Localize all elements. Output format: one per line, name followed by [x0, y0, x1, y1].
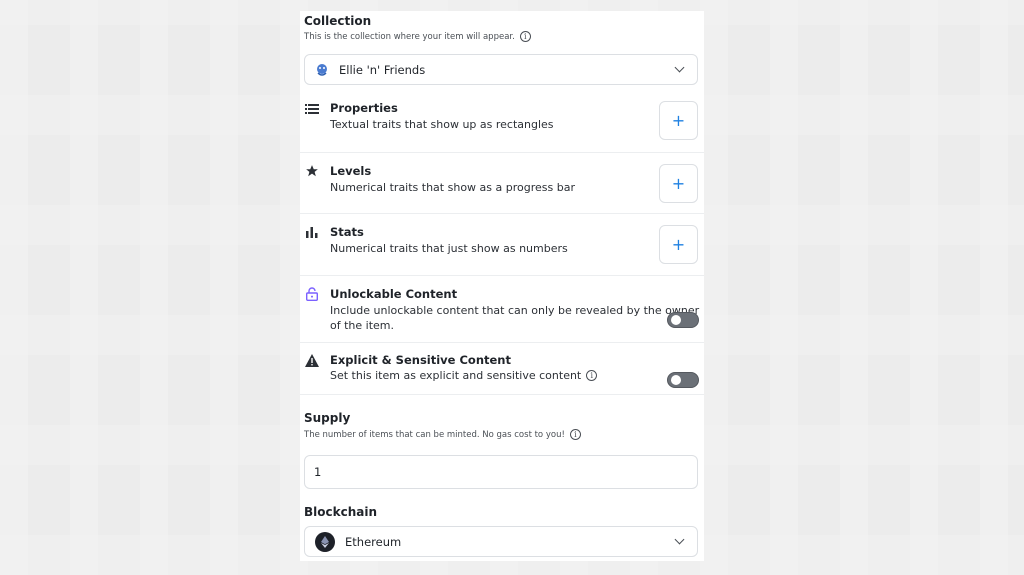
explicit-title: Explicit & Sensitive Content: [330, 353, 511, 367]
collection-title: Collection: [304, 14, 372, 28]
info-icon[interactable]: i: [586, 370, 598, 381]
supply-divider: [300, 394, 704, 395]
supply-title: Supply: [304, 411, 351, 425]
explicit-toggle[interactable]: [667, 372, 699, 388]
explicit-desc: Set this item as explicit and sensitive …: [330, 369, 582, 382]
blockchain-select-value: Ethereum: [345, 534, 402, 549]
collection-select[interactable]: Ellie 'n' Friends: [304, 54, 698, 85]
properties-title: Properties: [330, 101, 398, 115]
warning-icon: [305, 353, 319, 367]
info-icon[interactable]: i: [519, 31, 531, 42]
add-levels-button[interactable]: +: [659, 164, 698, 203]
properties-row: Properties Textual traits that show up a…: [300, 98, 704, 152]
stats-desc: Numerical traits that just show as numbe…: [330, 242, 568, 255]
unlockable-toggle[interactable]: [667, 312, 699, 328]
explicit-desc-wrap: Set this item as explicit and sensitive …: [330, 369, 598, 382]
collection-select-value: Ellie 'n' Friends: [339, 62, 426, 77]
supply-input-value: 1: [314, 465, 322, 479]
create-item-form: Collection This is the collection where …: [300, 11, 704, 561]
lock-icon: [305, 287, 319, 301]
blockchain-select[interactable]: Ethereum: [304, 526, 698, 557]
list-icon: [305, 102, 319, 116]
unlockable-title: Unlockable Content: [330, 287, 458, 301]
properties-desc: Textual traits that show up as rectangle…: [330, 118, 554, 131]
explicit-row: Explicit & Sensitive Content Set this it…: [300, 342, 704, 394]
ethereum-icon: [315, 531, 335, 552]
unlockable-desc-line2: of the item.: [330, 319, 394, 332]
toggle-knob: [671, 315, 681, 325]
toggle-knob: [671, 375, 681, 385]
star-icon: [305, 164, 319, 178]
supply-input[interactable]: 1: [304, 455, 698, 489]
collection-subtitle-text: This is the collection where your item w…: [304, 31, 515, 42]
supply-subtitle: The number of items that can be minted. …: [304, 429, 581, 440]
chevron-down-icon: [674, 62, 685, 73]
unlockable-desc-line1: Include unlockable content that can only…: [330, 304, 700, 317]
stats-row: Stats Numerical traits that just show as…: [300, 213, 704, 275]
add-properties-button[interactable]: +: [659, 101, 698, 140]
supply-subtitle-text: The number of items that can be minted. …: [304, 429, 565, 440]
collection-subtitle: This is the collection where your item w…: [304, 31, 531, 42]
collection-avatar-icon: [315, 63, 329, 77]
levels-desc: Numerical traits that show as a progress…: [330, 181, 575, 194]
chevron-down-icon: [674, 534, 685, 545]
bar-chart-icon: [305, 225, 319, 239]
stats-title: Stats: [330, 225, 364, 239]
levels-title: Levels: [330, 164, 372, 178]
blockchain-title: Blockchain: [304, 505, 378, 519]
unlockable-row: Unlockable Content Include unlockable co…: [300, 275, 704, 342]
info-icon[interactable]: i: [569, 429, 581, 440]
levels-row: Levels Numerical traits that show as a p…: [300, 152, 704, 213]
add-stats-button[interactable]: +: [659, 225, 698, 264]
